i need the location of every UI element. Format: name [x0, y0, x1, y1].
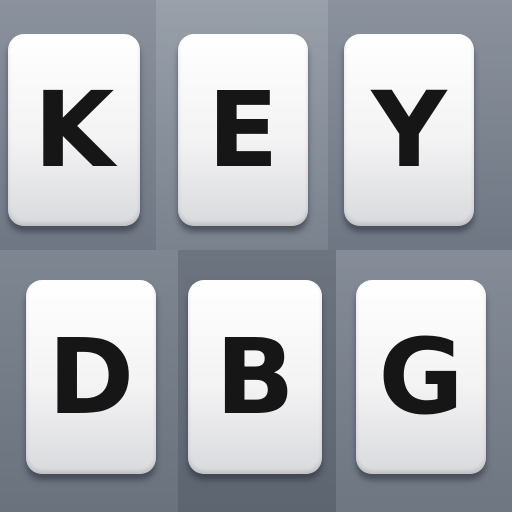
key-b[interactable]: B	[188, 280, 322, 474]
key-g[interactable]: G	[356, 280, 486, 474]
key-label: E	[207, 69, 279, 191]
key-label: D	[47, 316, 135, 438]
key-label: K	[33, 69, 115, 191]
key-d[interactable]: D	[26, 280, 156, 474]
key-label: G	[378, 316, 464, 438]
key-k[interactable]: K	[8, 34, 140, 226]
key-label: Y	[371, 69, 447, 191]
key-y[interactable]: Y	[344, 34, 474, 226]
key-label: B	[215, 316, 295, 438]
key-e[interactable]: E	[178, 34, 308, 226]
